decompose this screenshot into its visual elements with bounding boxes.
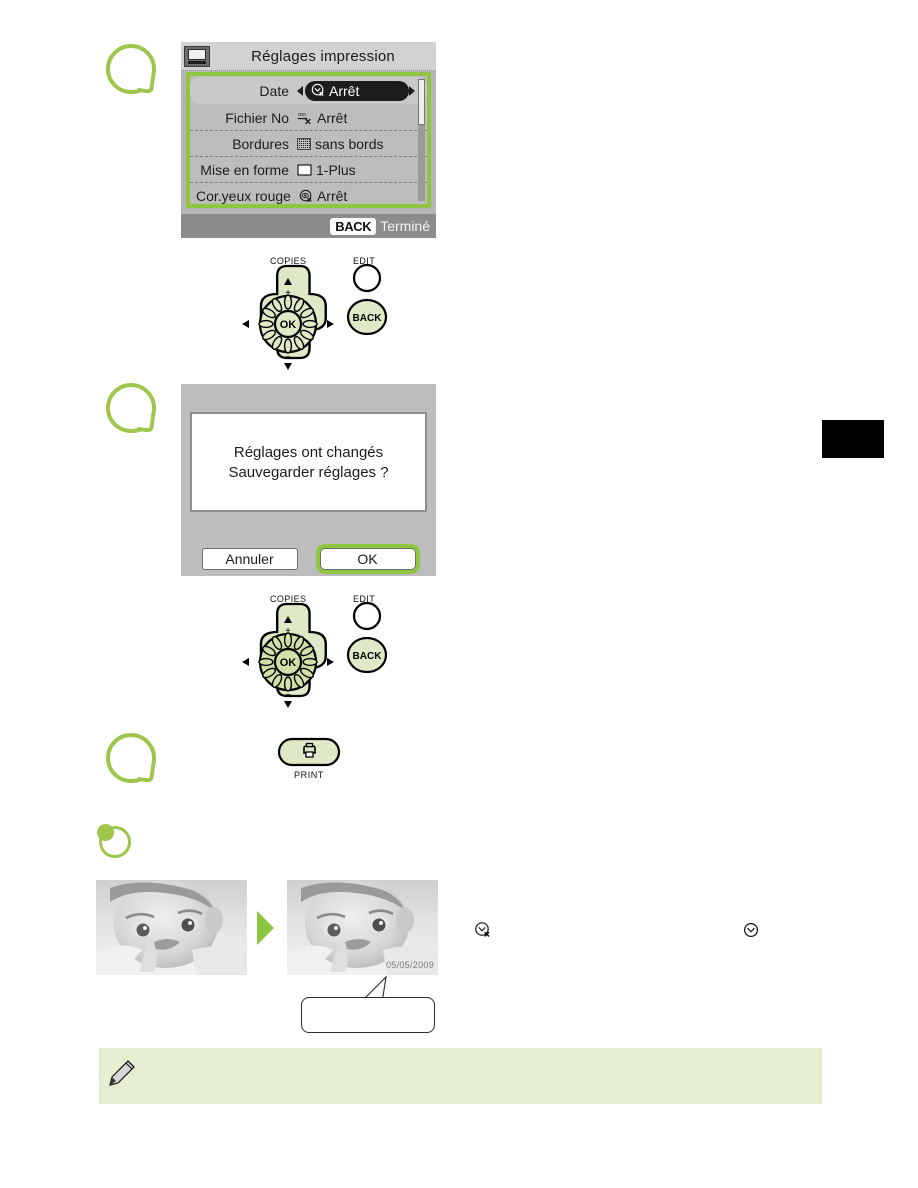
dialog-message-line-1: Réglages ont changés [233,443,384,461]
footer-done-label: Terminé [380,218,430,234]
print-settings-menu-list[interactable]: Date Arrêt Fichier No 000 Arrêt Bordures… [190,77,427,209]
photo-after-date-stamp: 05/05/2009 [385,960,434,970]
cancel-button[interactable]: Annuler [201,548,298,570]
dialog-message-panel: Réglages ont changés Sauvegarder réglage… [190,412,427,512]
menu-row-layout-label: Mise en forme [200,161,289,178]
menu-row-date[interactable]: Date Arrêt [190,77,427,104]
print-settings-icon [184,45,210,67]
svg-text:OK: OK [280,657,297,669]
chevron-right-icon[interactable] [409,85,415,96]
step-number-1 [106,44,156,94]
menu-row-layout[interactable]: Mise en forme 1-Plus [190,157,427,183]
arrow-right-icon [327,320,334,328]
edit-label: EDIT [353,594,376,604]
menu-row-file-number-value: Arrêt [317,109,348,126]
pencil-icon [109,1060,135,1086]
ok-button[interactable]: OK [315,544,420,574]
svg-text:OK: OK [280,319,297,331]
menu-row-red-eye-value-wrap: Arrêt [299,188,415,204]
control-pad-svg-2[interactable]: OK + − BACK [236,594,396,712]
menu-row-file-number-value-wrap: 000 Arrêt [297,110,415,126]
menu-row-borders[interactable]: Bordures sans bords [190,131,427,157]
edit-label: EDIT [353,256,376,266]
photo-before-image [96,880,247,975]
step-marker-1 [106,44,156,95]
control-pad-svg-1[interactable]: OK + − BACK [236,256,396,374]
printer-icon [303,742,316,758]
back-button-chip[interactable]: BACK [330,217,377,235]
chevron-left-icon[interactable] [297,85,303,96]
print-settings-footer: BACK Terminé [181,214,436,238]
arrow-down-icon [284,363,292,370]
result-dot-shape [97,824,114,841]
edit-button-1 [352,263,382,293]
arrow-right-icon [327,658,334,666]
print-settings-header: Réglages impression [181,42,436,71]
transform-arrow-icon [257,911,274,945]
menu-row-red-eye-value: Arrêt [316,188,348,204]
photo-after: 05/05/2009 [287,880,438,975]
menu-row-date-label: Date [259,82,289,99]
page-section-tab [822,420,884,458]
layout-square-icon [297,163,312,176]
print-settings-screen[interactable]: Réglages impression Date Arrêt Fichier N… [181,42,436,238]
print-settings-title: Réglages impression [251,47,395,65]
photo-before [96,880,247,975]
print-button-shape[interactable] [277,736,341,768]
menu-row-layout-value-wrap: 1-Plus [297,162,415,178]
note-box [99,1048,822,1104]
menu-row-layout-value: 1-Plus [316,161,356,178]
svg-text:BACK: BACK [353,651,383,662]
save-settings-dialog[interactable]: Réglages ont changés Sauvegarder réglage… [181,384,436,576]
print-button-label: PRINT [294,770,324,780]
callout-box [301,997,435,1033]
step-marker-3 [106,733,156,784]
copies-label: COPIES [270,594,307,604]
result-marker [97,824,131,858]
svg-text:+: + [285,288,291,299]
menu-row-date-value: Arrêt [329,82,360,99]
border-pattern-icon [297,137,311,150]
menu-scrollbar-thumb[interactable] [418,79,425,125]
menu-row-borders-value-wrap: sans bords [297,136,415,152]
copies-label: COPIES [270,256,307,266]
file-number-off-icon: 000 [297,112,311,124]
menu-row-borders-label: Bordures [232,135,289,152]
svg-text:−: − [285,690,291,701]
arrow-left-icon [242,658,249,666]
edit-button-2 [352,601,382,631]
clock-on-icon-legend [743,922,759,938]
menu-scrollbar[interactable] [418,79,425,201]
arrow-left-icon [242,320,249,328]
menu-row-red-eye[interactable]: Cor.yeux rouge Arrêt [190,183,427,209]
clock-off-icon-legend [475,922,490,937]
svg-text:000: 000 [298,112,306,118]
dialog-button-row[interactable]: Annuler OK [181,544,436,574]
callout-text [302,998,434,1016]
menu-row-borders-value: sans bords [315,135,384,152]
svg-text:−: − [285,352,291,363]
print-button-diagram[interactable]: PRINT [277,736,341,780]
clock-off-icon [311,83,324,97]
menu-row-file-number-label: Fichier No [225,109,289,126]
menu-row-date-value-chip[interactable]: Arrêt [305,80,409,101]
step-number-2 [106,383,156,433]
arrow-down-icon [284,701,292,708]
dialog-message-line-2: Sauvegarder réglages ? [228,463,389,481]
step-marker-2 [106,383,156,434]
menu-row-red-eye-label: Cor.yeux rouge [196,188,291,204]
print-settings-menu-frame: Date Arrêt Fichier No 000 Arrêt Bordures… [186,72,431,208]
control-pad-diagram-1[interactable]: COPIES EDIT OK + − BACK [236,256,396,374]
menu-row-file-number[interactable]: Fichier No 000 Arrêt [190,105,427,131]
step-number-3 [106,733,156,783]
red-eye-off-icon [299,189,312,202]
svg-text:+: + [285,626,291,637]
svg-text:BACK: BACK [353,313,383,324]
control-pad-diagram-2[interactable]: COPIES EDIT OK + − BACK [236,594,396,712]
